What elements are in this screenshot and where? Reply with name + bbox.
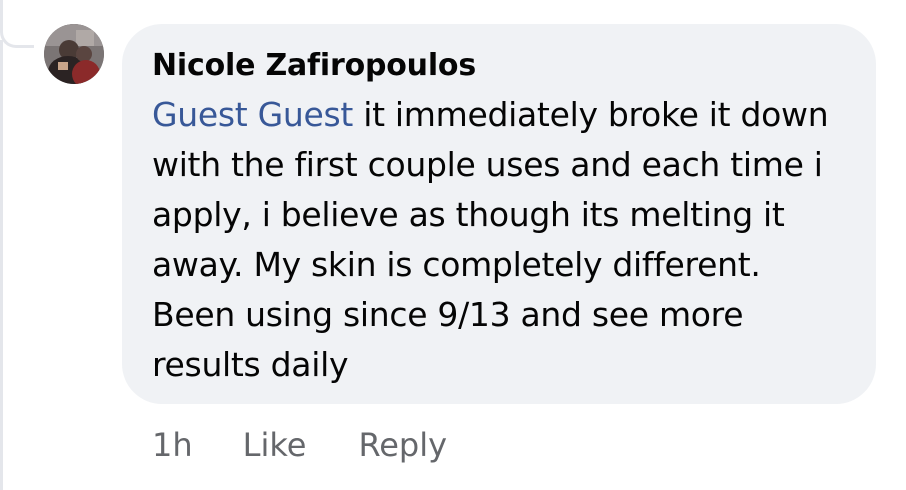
avatar[interactable] bbox=[44, 24, 104, 84]
comment-bubble: Nicole Zafiropoulos Guest Guest it immed… bbox=[122, 24, 876, 404]
mention-link[interactable]: Guest Guest bbox=[152, 95, 353, 134]
like-button[interactable]: Like bbox=[243, 426, 307, 464]
thread-line bbox=[0, 40, 3, 490]
comment-body: it immediately broke it down with the fi… bbox=[152, 95, 829, 384]
comment-text: Guest Guest it immediately broke it down… bbox=[152, 90, 846, 390]
reply-button[interactable]: Reply bbox=[358, 426, 447, 464]
comment-author[interactable]: Nicole Zafiropoulos bbox=[152, 46, 846, 86]
thread-connector bbox=[0, 0, 34, 48]
comment-timestamp[interactable]: 1h bbox=[152, 426, 193, 464]
comment-actions: 1h Like Reply bbox=[152, 422, 499, 468]
profile-photo-icon bbox=[44, 24, 104, 84]
